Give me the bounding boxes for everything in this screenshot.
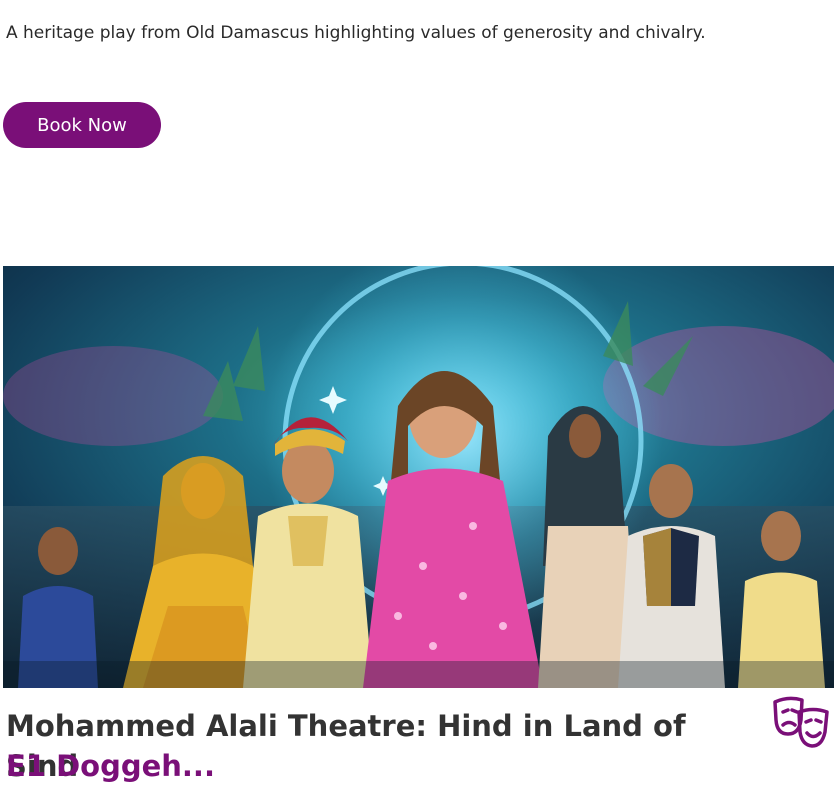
event-poster-image[interactable] — [3, 266, 834, 688]
event-subtitle: E1 Doggeh... — [6, 749, 215, 783]
poster-illustration — [3, 266, 834, 688]
book-now-button[interactable]: Book Now — [3, 102, 161, 148]
theatre-masks-icon — [773, 696, 829, 748]
event-description: A heritage play from Old Damascus highli… — [6, 23, 706, 43]
